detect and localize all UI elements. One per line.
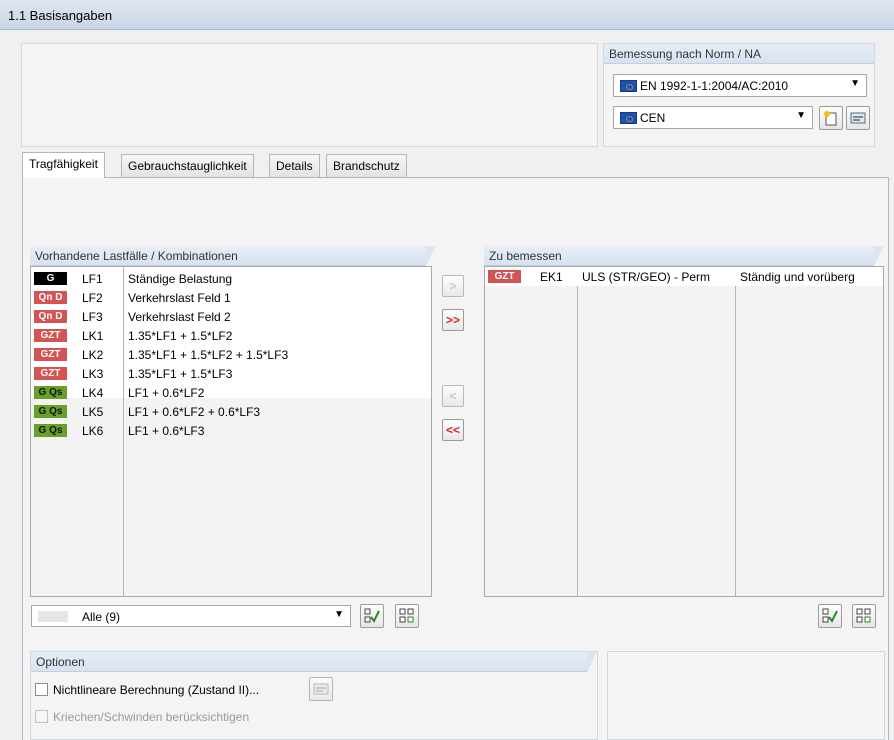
tab-brandschutz[interactable]: Brandschutz bbox=[326, 154, 407, 177]
nonlinear-checkbox[interactable] bbox=[35, 683, 48, 696]
eu-flag-icon bbox=[620, 80, 637, 92]
available-list[interactable]: G LF1 Ständige Belastung Qn D LF2 Verkehrslas… bbox=[30, 266, 432, 597]
options-group-header: Optionen bbox=[31, 652, 597, 672]
item-description: Verkehrslast Feld 2 bbox=[128, 310, 231, 324]
load-type-badge: G Qs bbox=[34, 424, 67, 437]
load-type-badge: GZT bbox=[34, 329, 67, 342]
item-name: LK6 bbox=[82, 424, 104, 438]
eu-flag-icon bbox=[620, 112, 637, 124]
new-document-icon bbox=[824, 111, 837, 126]
tab-gebrauchstauglichkeit[interactable]: Gebrauchstauglichkeit bbox=[121, 154, 254, 177]
select-all-selected-button[interactable] bbox=[818, 604, 842, 628]
load-type-badge: GZT bbox=[488, 270, 521, 283]
item-description: LF1 + 0.6*LF2 bbox=[128, 386, 205, 400]
edit-annex-button[interactable] bbox=[846, 106, 870, 130]
invert-selection-icon bbox=[399, 608, 414, 623]
nonlinear-settings-button[interactable] bbox=[309, 677, 333, 701]
add-selected-button[interactable]: > bbox=[442, 275, 464, 297]
item-description: 1.35*LF1 + 1.5*LF3 bbox=[128, 367, 233, 381]
load-type-badge: G bbox=[34, 272, 67, 285]
available-group-header: Vorhandene Lastfälle / Kombinationen bbox=[30, 246, 436, 266]
item-name: LF1 bbox=[82, 272, 103, 286]
remove-all-button[interactable]: << bbox=[442, 419, 464, 441]
standard-select[interactable]: EN 1992-1-1:2004/AC:2010 ▼ bbox=[613, 74, 867, 97]
item-description: Verkehrslast Feld 1 bbox=[128, 291, 231, 305]
options-panel: Optionen Nichtlineare Berechnung (Zustan… bbox=[30, 651, 598, 740]
list-item[interactable]: GZT EK1 ULS (STR/GEO) - Perm Ständig und… bbox=[485, 267, 883, 286]
item-description: LF1 + 0.6*LF2 + 0.6*LF3 bbox=[128, 405, 261, 419]
filter-value: Alle (9) bbox=[82, 610, 121, 624]
invert-selected-button[interactable] bbox=[852, 604, 876, 628]
selected-group-header: Zu bemessen bbox=[484, 246, 884, 266]
item-description: Ständige Belastung bbox=[128, 272, 233, 286]
column-divider bbox=[577, 267, 578, 596]
selected-list[interactable]: GZT EK1 ULS (STR/GEO) - Perm Ständig und… bbox=[484, 266, 884, 597]
list-item[interactable]: G LF1 Ständige Belastung bbox=[31, 269, 431, 288]
item-name: LF3 bbox=[82, 310, 103, 324]
window-title-bar: 1.1 Basisangaben bbox=[0, 0, 894, 30]
item-name: LF2 bbox=[82, 291, 103, 305]
list-item[interactable]: G Qs LK5 LF1 + 0.6*LF2 + 0.6*LF3 bbox=[31, 402, 431, 421]
load-type-badge: G Qs bbox=[34, 386, 67, 399]
settings-dialog-icon bbox=[313, 683, 329, 695]
creep-checkbox[interactable] bbox=[35, 710, 48, 723]
filter-select[interactable]: Alle (9) ▼ bbox=[31, 605, 351, 627]
item-name: LK5 bbox=[82, 405, 104, 419]
item-name: LK2 bbox=[82, 348, 104, 362]
tab-details[interactable]: Details bbox=[269, 154, 320, 177]
load-type-badge: Qn D bbox=[34, 291, 67, 304]
invert-selection-icon bbox=[856, 608, 871, 623]
selected-group-label: Zu bemessen bbox=[489, 249, 562, 263]
remove-selected-button[interactable]: < bbox=[442, 385, 464, 407]
page-title: 1.1 Basisangaben bbox=[8, 8, 113, 23]
load-type-badge: G Qs bbox=[34, 405, 67, 418]
nonlinear-label: Nichtlineare Berechnung (Zustand II)... bbox=[53, 683, 260, 697]
norm-panel: Bemessung nach Norm / NA EN 1992-1-1:200… bbox=[603, 43, 875, 147]
item-name: LK1 bbox=[82, 329, 104, 343]
list-item[interactable]: GZT LK2 1.35*LF1 + 1.5*LF2 + 1.5*LF3 bbox=[31, 345, 431, 364]
add-all-button[interactable]: >> bbox=[442, 309, 464, 331]
item-description: 1.35*LF1 + 1.5*LF2 + 1.5*LF3 bbox=[128, 348, 289, 362]
chevron-down-icon: ▼ bbox=[796, 110, 806, 121]
item-description: 1.35*LF1 + 1.5*LF2 bbox=[128, 329, 233, 343]
list-item[interactable]: Qn D LF2 Verkehrslast Feld 1 bbox=[31, 288, 431, 307]
list-item[interactable]: GZT LK1 1.35*LF1 + 1.5*LF2 bbox=[31, 326, 431, 345]
settings-dialog-icon bbox=[850, 112, 866, 124]
column-divider bbox=[735, 267, 736, 596]
standard-value: EN 1992-1-1:2004/AC:2010 bbox=[640, 79, 789, 93]
item-description: LF1 + 0.6*LF3 bbox=[128, 424, 205, 438]
new-annex-button[interactable] bbox=[819, 106, 843, 130]
national-annex-value: CEN bbox=[640, 111, 666, 125]
filter-swatch bbox=[38, 611, 68, 622]
info-panel bbox=[607, 651, 885, 740]
creep-label: Kriechen/Schwinden berücksichtigen bbox=[53, 710, 250, 724]
chevron-down-icon: ▼ bbox=[334, 609, 344, 620]
select-all-button[interactable] bbox=[360, 604, 384, 628]
item-name: EK1 bbox=[540, 270, 563, 284]
load-type-badge: Qn D bbox=[34, 310, 67, 323]
item-name: LK3 bbox=[82, 367, 104, 381]
load-type-badge: GZT bbox=[34, 348, 67, 361]
available-group-label: Vorhandene Lastfälle / Kombinationen bbox=[35, 249, 238, 263]
select-all-icon bbox=[822, 608, 838, 623]
item-type: ULS (STR/GEO) - Perm bbox=[582, 270, 711, 284]
chevron-down-icon: ▼ bbox=[850, 78, 860, 89]
options-group-label: Optionen bbox=[36, 655, 85, 669]
item-situation: Ständig und vorüberg bbox=[740, 270, 855, 284]
norm-group-label: Bemessung nach Norm / NA bbox=[609, 47, 762, 61]
list-item[interactable]: GZT LK3 1.35*LF1 + 1.5*LF3 bbox=[31, 364, 431, 383]
item-name: LK4 bbox=[82, 386, 104, 400]
national-annex-select[interactable]: CEN ▼ bbox=[613, 106, 813, 129]
norm-group-header: Bemessung nach Norm / NA bbox=[604, 44, 874, 64]
list-item[interactable]: G Qs LK6 LF1 + 0.6*LF3 bbox=[31, 421, 431, 440]
select-all-icon bbox=[364, 608, 380, 623]
invert-selection-button[interactable] bbox=[395, 604, 419, 628]
list-item[interactable]: Qn D LF3 Verkehrslast Feld 2 bbox=[31, 307, 431, 326]
list-item[interactable]: G Qs LK4 LF1 + 0.6*LF2 bbox=[31, 383, 431, 402]
comment-panel bbox=[21, 43, 598, 147]
tab-tragfaehigkeit[interactable]: Tragfähigkeit bbox=[22, 152, 105, 178]
load-type-badge: GZT bbox=[34, 367, 67, 380]
